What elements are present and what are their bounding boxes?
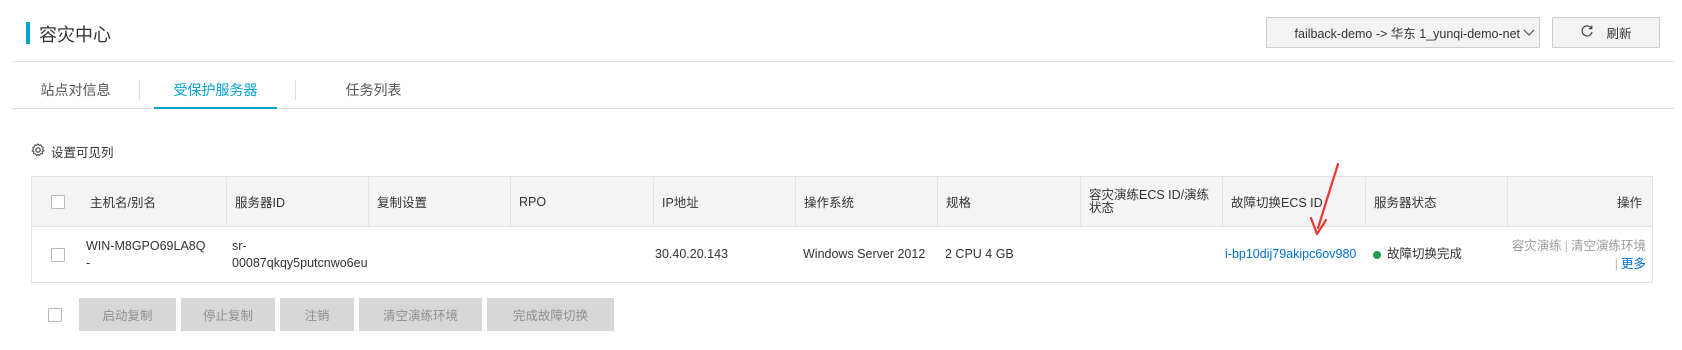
- page-title: 容灾中心: [39, 25, 111, 45]
- action-drill[interactable]: 容灾演练: [1512, 239, 1562, 253]
- actions-cell: 容灾演练 | 清空演练环境 | 更多: [1507, 227, 1652, 282]
- tab-task-list[interactable]: 任务列表: [310, 72, 437, 108]
- tab-bar: 站点对信息 受保护服务器 任务列表: [12, 72, 1674, 109]
- action-clear-drill[interactable]: 清空演练环境: [1571, 239, 1646, 253]
- failover-ecs-link[interactable]: i-bp10dij79akipc6ov980: [1225, 246, 1356, 263]
- tab-protected-servers[interactable]: 受保护服务器: [154, 72, 277, 109]
- column-header-drill-ecs-label: 容灾演练ECS ID/演练状态: [1089, 187, 1210, 215]
- start-replication-button[interactable]: 启动复制: [79, 298, 176, 331]
- action-more[interactable]: 更多: [1621, 257, 1646, 271]
- bottom-select-all-checkbox[interactable]: [48, 308, 62, 322]
- row-select-cell: [32, 227, 84, 282]
- column-header-replication: 复制设置: [368, 177, 510, 226]
- spec-cell: 2 CPU 4 GB: [945, 247, 1014, 261]
- action-separator: |: [1614, 257, 1618, 271]
- refresh-label: 刷新: [1606, 27, 1632, 41]
- action-separator: |: [1564, 239, 1568, 253]
- status-text: 故障切换完成: [1387, 247, 1463, 261]
- row-checkbox[interactable]: [51, 247, 65, 262]
- site-pair-select[interactable]: failback-demo -> 华东 1_yunqi-demo-net: [1266, 17, 1540, 48]
- rpo-cell: [510, 227, 653, 282]
- site-pair-select-value: failback-demo -> 华东 1_yunqi-demo-net: [1294, 27, 1520, 41]
- tab-site-pair-info[interactable]: 站点对信息: [12, 72, 139, 108]
- column-header-spec: 规格: [937, 177, 1080, 226]
- column-settings-label: 设置可见列: [51, 146, 114, 160]
- os-cell: Windows Server 2012: [803, 247, 926, 261]
- refresh-button[interactable]: 刷新: [1552, 17, 1660, 48]
- hostname-cell: WIN-M8GPO69LA8Q -: [78, 227, 226, 282]
- table-row: WIN-M8GPO69LA8Q - sr- 00087qkqy5putcnwo6…: [32, 227, 1652, 282]
- refresh-icon: [1580, 24, 1594, 41]
- server-id-cell: sr- 00087qkqy5putcnwo6eu: [224, 227, 368, 282]
- drill-ecs-cell: [1080, 227, 1222, 282]
- chevron-down-icon: [1523, 26, 1535, 40]
- column-header-actions: 操作: [1507, 177, 1652, 226]
- header-divider: [12, 61, 1674, 62]
- table-header: 主机名/别名 服务器ID 复制设置 RPO IP地址 操作系统 规格 容灾演练E…: [32, 177, 1652, 227]
- hostname-text: WIN-M8GPO69LA8Q: [86, 238, 206, 253]
- column-header-rpo: RPO: [510, 177, 653, 226]
- column-settings-button[interactable]: 设置可见列: [31, 142, 114, 161]
- server-id-text-line2: 00087qkqy5putcnwo6eu: [232, 255, 368, 270]
- column-header-status: 服务器状态: [1365, 177, 1507, 226]
- complete-failover-button[interactable]: 完成故障切换: [487, 298, 614, 331]
- stop-replication-button[interactable]: 停止复制: [181, 298, 275, 331]
- annotation-arrow-icon: [1309, 162, 1340, 236]
- server-id-text-line1: sr-: [232, 238, 247, 253]
- status-cell: 故障切换完成: [1365, 227, 1507, 282]
- tab-separator: [139, 80, 140, 100]
- select-all-checkbox[interactable]: [51, 194, 65, 209]
- status-dot-icon: [1373, 250, 1381, 259]
- select-all-cell: [32, 177, 84, 226]
- column-header-ip: IP地址: [653, 177, 795, 226]
- row-actions: 容灾演练 | 清空演练环境 | 更多: [1512, 237, 1646, 273]
- column-header-server-id: 服务器ID: [226, 177, 368, 226]
- unregister-button[interactable]: 注销: [280, 298, 354, 331]
- tab-separator: [295, 80, 296, 100]
- gear-icon: [31, 143, 45, 160]
- replication-cell: [368, 227, 510, 282]
- ip-cell: 30.40.20.143: [655, 247, 728, 261]
- title-accent-bar: [26, 22, 30, 44]
- alias-text: -: [86, 255, 91, 270]
- column-header-os: 操作系统: [795, 177, 937, 226]
- protected-servers-table: 主机名/别名 服务器ID 复制设置 RPO IP地址 操作系统 规格 容灾演练E…: [31, 176, 1653, 283]
- clear-drill-env-button[interactable]: 清空演练环境: [359, 298, 482, 331]
- column-header-drill-ecs: 容灾演练ECS ID/演练状态: [1080, 177, 1222, 226]
